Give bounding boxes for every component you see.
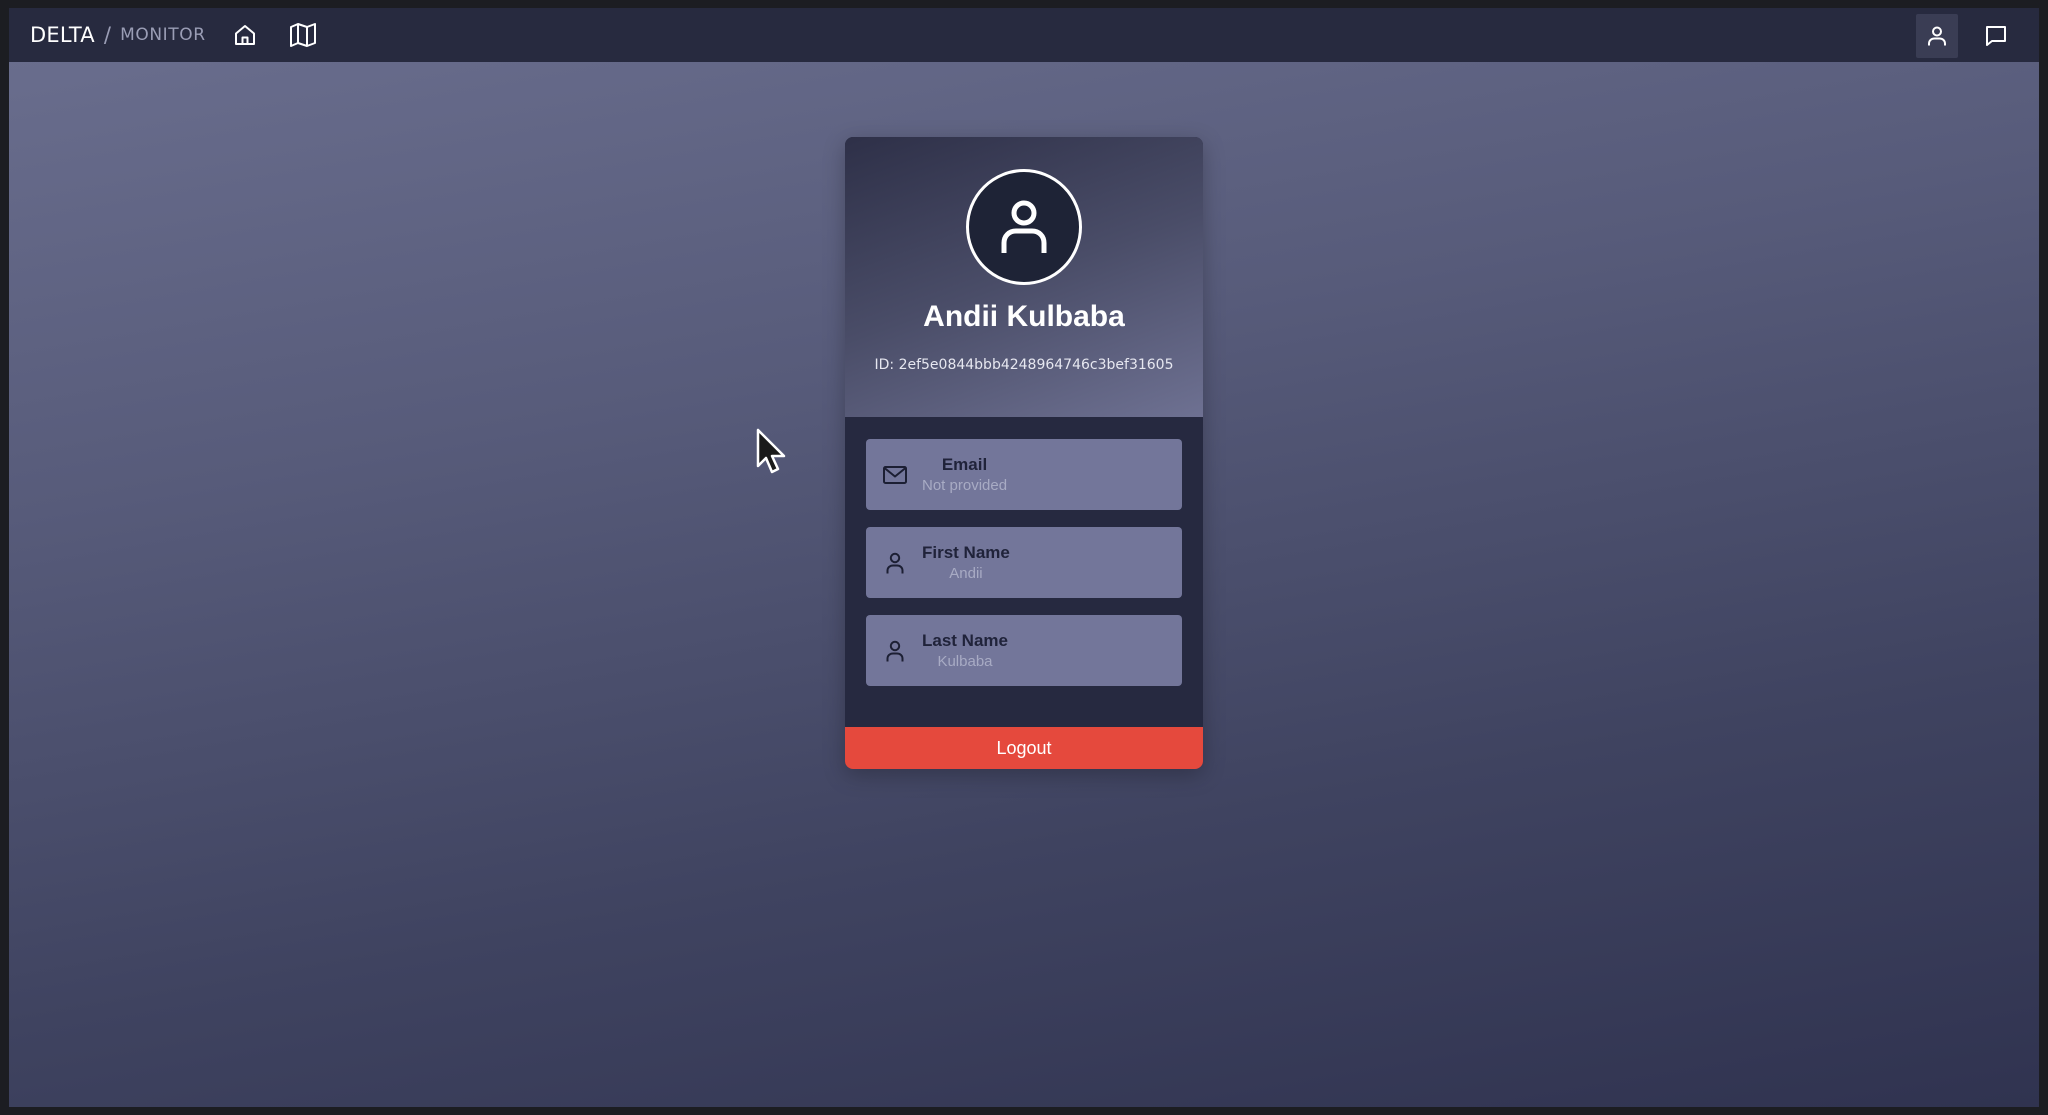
user-icon [866,551,924,575]
chat-icon [1986,26,2006,46]
first-name-field: First Name Andii [866,527,1182,598]
first-name-value: Andii [949,565,983,582]
email-value: Not provided [922,477,1008,494]
user-name: Andii Kulbaba [923,300,1125,333]
profile-fields: Email Not provided First Name Andii Last… [845,417,1203,686]
profile-card: Andii Kulbaba ID: 2ef5e0844bbb4248964746… [845,137,1203,769]
user-icon [866,639,924,663]
user-id: ID: 2ef5e0844bbb4248964746c3bef31605 [874,357,1174,373]
user-icon [1001,200,1047,253]
mail-icon [866,464,924,486]
email-field: Email Not provided [866,439,1182,510]
last-name-field: Last Name Kulbaba [866,615,1182,686]
avatar [966,169,1082,285]
last-name-value: Kulbaba [937,653,993,670]
home-icon[interactable] [228,18,262,52]
user-icon [1928,26,1946,46]
email-label: Email [941,455,988,474]
logout-button[interactable]: Logout [845,727,1203,769]
profile-header: Andii Kulbaba ID: 2ef5e0844bbb4248964746… [845,137,1203,417]
brand-name[interactable]: DELTA [30,23,95,47]
map-icon[interactable] [286,18,320,52]
app-window: DELTA / MONITOR Andii Kulbaba ID: 2ef5e0… [9,8,2039,1107]
breadcrumb: DELTA / MONITOR [30,23,206,47]
first-name-label: First Name [922,543,1010,562]
profile-button[interactable] [1916,14,1958,58]
last-name-label: Last Name [922,631,1008,650]
breadcrumb-separator: / [103,23,112,47]
mouse-cursor-icon [756,428,786,474]
breadcrumb-section[interactable]: MONITOR [120,25,206,45]
top-bar: DELTA / MONITOR [9,8,2039,62]
chat-button[interactable] [1975,14,2017,58]
